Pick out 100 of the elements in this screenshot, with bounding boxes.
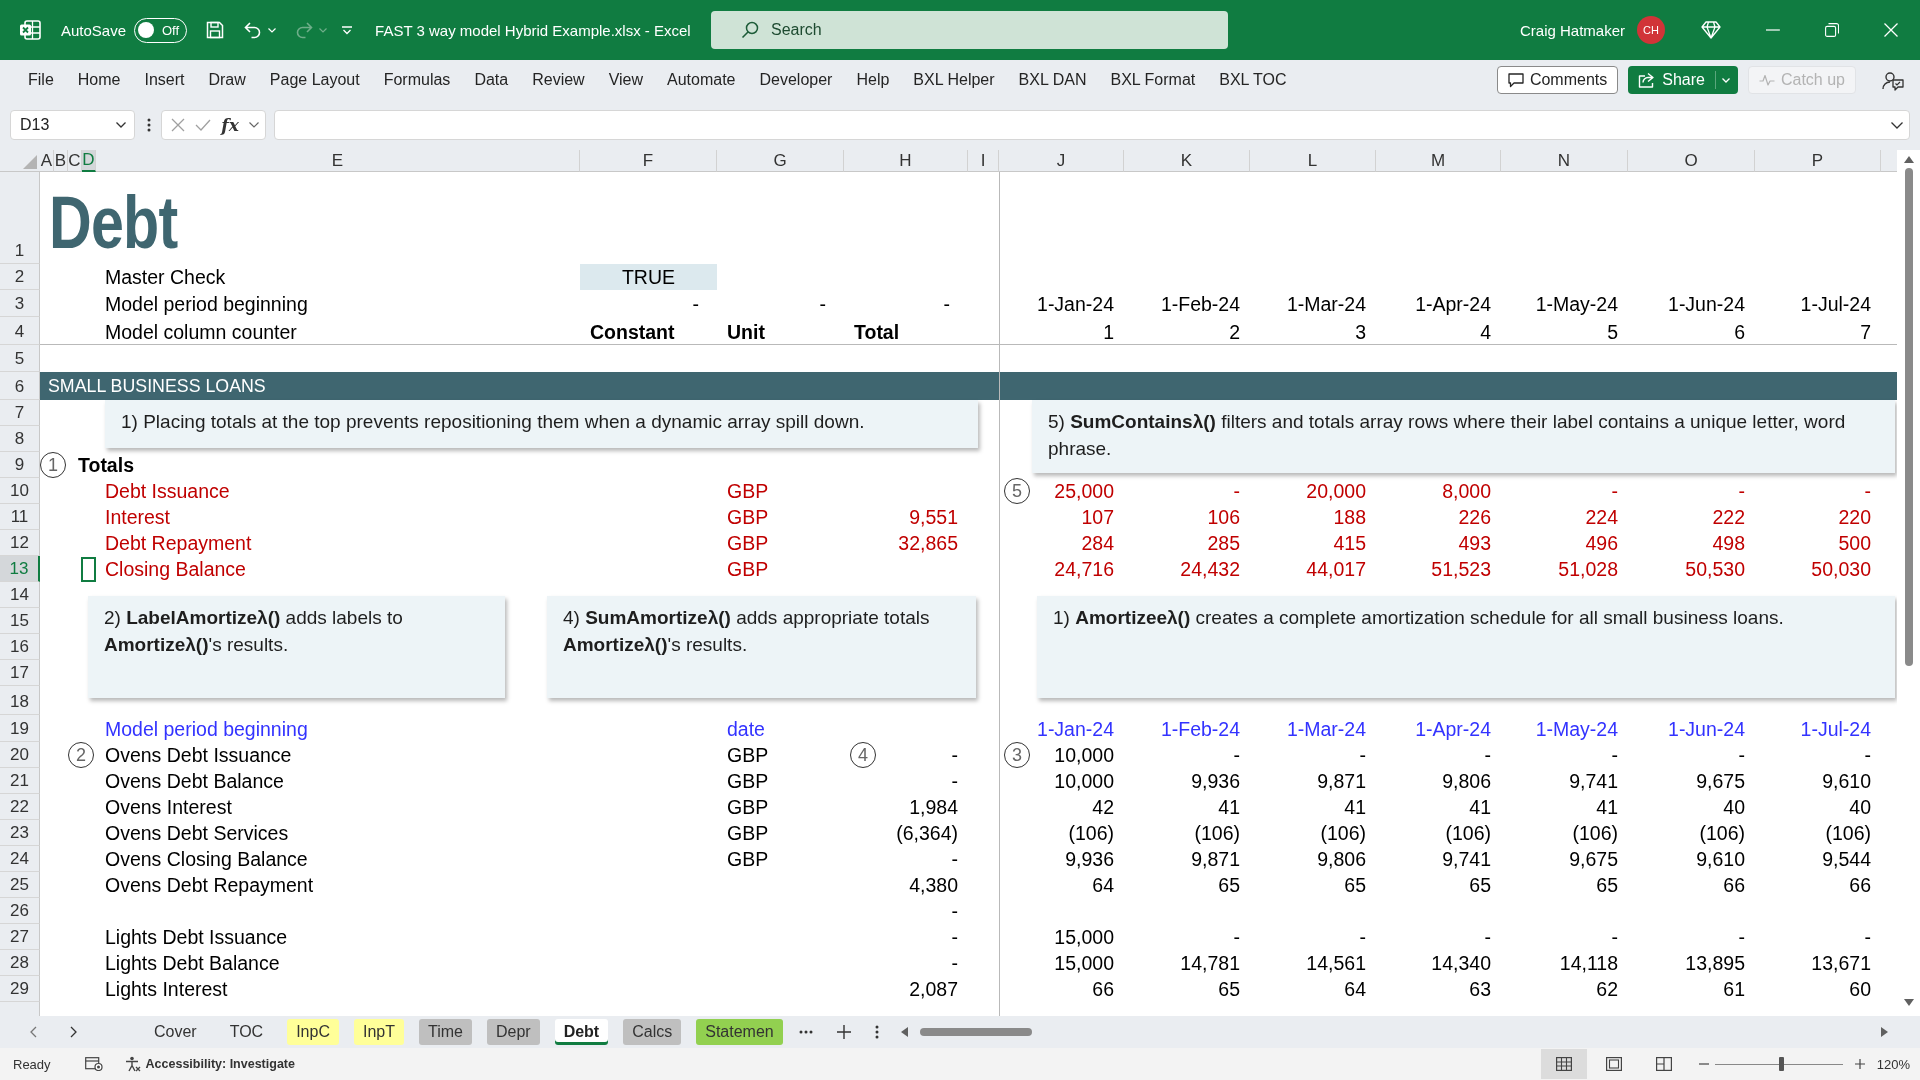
ribbon-tab[interactable]: File [16, 71, 66, 89]
sheet-tab[interactable]: TOC [220, 1019, 273, 1045]
normal-view-button[interactable] [1540, 1049, 1587, 1079]
formula-field[interactable] [274, 110, 1910, 140]
column-header[interactable]: O [1628, 150, 1755, 172]
spreadsheet-icon[interactable] [18, 18, 42, 42]
save-icon[interactable] [205, 20, 226, 40]
restore-icon[interactable] [1824, 23, 1839, 37]
sheet-tab[interactable]: Statemen [696, 1019, 783, 1045]
column-header[interactable]: G [717, 150, 844, 172]
search-field[interactable]: Search [711, 11, 1228, 49]
column-header[interactable]: D [82, 150, 96, 172]
insert-function-button[interactable]: fx [221, 115, 239, 135]
row-header[interactable]: 5 [0, 345, 40, 372]
row-header[interactable]: 17 [0, 660, 40, 686]
row-header[interactable]: 21 [0, 768, 40, 794]
ribbon-tab[interactable]: View [596, 71, 656, 89]
row-header[interactable]: 3 [0, 290, 40, 317]
column-header[interactable]: A [40, 150, 54, 172]
ribbon-tab[interactable]: Insert [132, 71, 197, 89]
cancel-icon[interactable] [171, 118, 185, 132]
row-header[interactable]: 23 [0, 820, 40, 846]
ribbon-tab[interactable]: Automate [655, 71, 748, 89]
column-header[interactable]: J [999, 150, 1124, 172]
row-header[interactable]: 10 [0, 478, 40, 504]
minimize-icon[interactable] [1765, 29, 1780, 31]
ribbon-tab[interactable]: BXL Helper [901, 71, 1007, 89]
row-header[interactable]: 2 [0, 264, 40, 290]
minus-icon[interactable] [1698, 1063, 1709, 1065]
macro-recorder-icon[interactable] [84, 1057, 103, 1071]
close-icon[interactable] [1883, 23, 1898, 37]
scroll-left-icon[interactable] [900, 1027, 908, 1037]
row-header[interactable]: 24 [0, 846, 40, 872]
caret-down-icon[interactable] [116, 122, 126, 128]
row-header[interactable]: 25 [0, 872, 40, 898]
row-header[interactable]: 15 [0, 608, 40, 634]
row-header[interactable]: 8 [0, 426, 40, 452]
check-icon[interactable] [195, 119, 212, 131]
row-header[interactable]: 27 [0, 924, 40, 950]
user-avatar[interactable]: CH [1637, 16, 1665, 44]
scroll-up-icon[interactable] [1903, 156, 1914, 163]
sheet-tab[interactable]: InpC [287, 1019, 339, 1045]
row-header[interactable]: 1 [0, 172, 40, 264]
column-header[interactable]: E [96, 150, 580, 172]
name-box[interactable]: D13 [10, 110, 135, 140]
person-feedback-icon[interactable] [1882, 69, 1904, 91]
sheet-tab[interactable]: Cover [145, 1019, 206, 1045]
scroll-down-icon[interactable] [1903, 999, 1914, 1006]
row-header[interactable]: 13 [0, 556, 40, 582]
column-header[interactable]: N [1501, 150, 1628, 172]
column-header[interactable]: M [1376, 150, 1501, 172]
row-header[interactable]: 20 [0, 742, 40, 768]
column-header[interactable]: B [54, 150, 68, 172]
comments-button[interactable]: Comments [1496, 66, 1619, 94]
customize-caret-icon[interactable] [341, 25, 354, 35]
scrollbar-thumb[interactable] [919, 1028, 1032, 1036]
ribbon-tab[interactable]: BXL Format [1098, 71, 1208, 89]
ribbon-tab[interactable]: Home [65, 71, 133, 89]
row-header[interactable]: 28 [0, 950, 40, 976]
sheet-tab[interactable]: Depr [486, 1019, 540, 1045]
row-header[interactable]: 9 [0, 452, 40, 478]
more-options-icon[interactable] [147, 118, 151, 132]
chevron-left-icon[interactable] [30, 1026, 37, 1038]
plus-icon[interactable] [836, 1025, 851, 1039]
row-header[interactable]: 22 [0, 794, 40, 820]
ribbon-tab[interactable]: Review [520, 71, 597, 89]
more-options-icon[interactable] [874, 1025, 879, 1039]
more-sheets-icon[interactable] [798, 1030, 813, 1034]
scrollbar-thumb[interactable] [1904, 168, 1913, 666]
ribbon-tab[interactable]: BXL DAN [1006, 71, 1099, 89]
caret-down-icon[interactable] [248, 122, 259, 128]
row-header[interactable]: 29 [0, 976, 40, 1002]
zoom-level[interactable]: 120% [1876, 1056, 1910, 1072]
ribbon-tab[interactable]: BXL TOC [1207, 71, 1299, 89]
row-header[interactable]: 16 [0, 634, 40, 660]
diamond-icon[interactable] [1701, 21, 1721, 39]
ribbon-tab[interactable]: Developer [747, 71, 845, 89]
row-header[interactable]: 19 [0, 715, 40, 742]
accessibility-icon[interactable] [124, 1056, 141, 1072]
column-header[interactable]: L [1250, 150, 1376, 172]
sheet-tab[interactable]: Debt [554, 1019, 609, 1045]
sheet-tab[interactable]: InpT [353, 1019, 404, 1045]
row-header[interactable]: 18 [0, 686, 40, 715]
row-header[interactable]: 14 [0, 582, 40, 608]
ribbon-tab[interactable]: Draw [196, 71, 258, 89]
column-header[interactable]: H [844, 150, 968, 172]
scroll-right-icon[interactable] [1881, 1027, 1888, 1037]
share-button[interactable]: Share [1628, 66, 1738, 94]
plus-icon[interactable] [1854, 1059, 1865, 1069]
ribbon-tab[interactable]: Data [462, 71, 521, 89]
column-header[interactable]: K [1124, 150, 1250, 172]
user-name[interactable]: Craig Hatmaker [1519, 21, 1625, 39]
chevron-right-icon[interactable] [70, 1026, 77, 1038]
row-header[interactable]: 11 [0, 504, 40, 530]
sheet-tab[interactable]: Calcs [623, 1019, 682, 1045]
accessibility-status[interactable]: Accessibility: Investigate [145, 1057, 295, 1071]
ribbon-tab[interactable]: Page Layout [257, 71, 372, 89]
column-header[interactable]: F [580, 150, 717, 172]
column-header[interactable]: P [1755, 150, 1881, 172]
row-header[interactable]: 4 [0, 317, 40, 345]
